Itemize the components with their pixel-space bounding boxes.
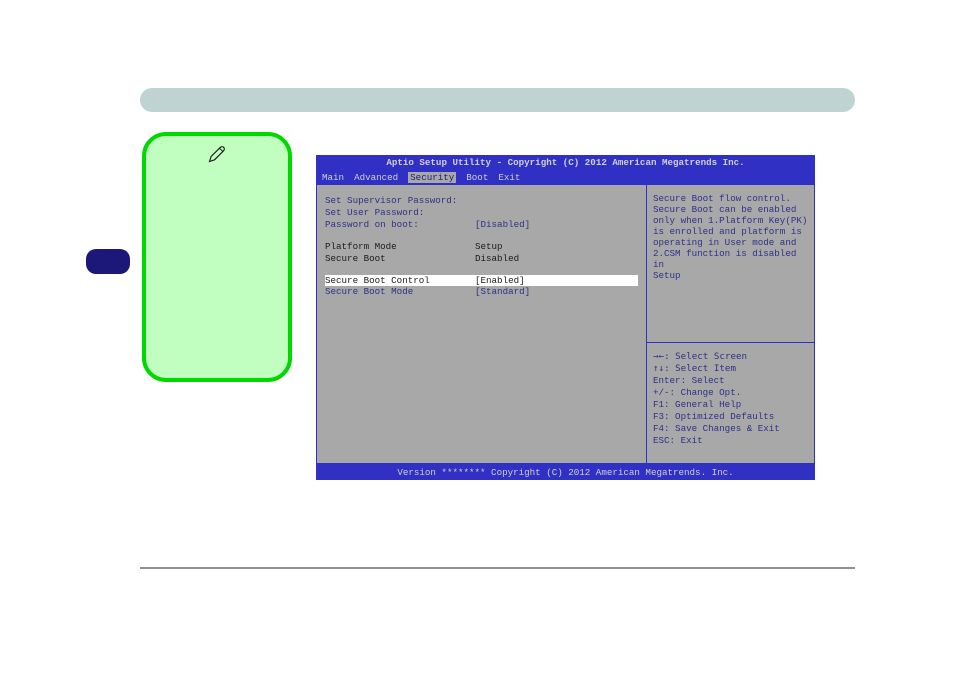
key-hint: →←: Select Screen xyxy=(653,351,808,362)
key-hint: ↑↓: Select Item xyxy=(653,363,808,374)
tab-boot[interactable]: Boot xyxy=(466,172,488,183)
note-box xyxy=(142,132,292,382)
setting-password-on-boot[interactable]: Password on boot: [Disabled] xyxy=(325,219,638,230)
bios-settings-panel: Set Supervisor Password: Set User Passwo… xyxy=(316,185,647,464)
tab-main[interactable]: Main xyxy=(322,172,344,183)
key-hint: +/-: Change Opt. xyxy=(653,387,808,398)
key-hint: F4: Save Changes & Exit xyxy=(653,423,808,434)
tab-security[interactable]: Security xyxy=(408,172,456,183)
setting-secure-boot-control[interactable]: Secure Boot Control [Enabled] xyxy=(325,275,638,286)
bios-key-help: →←: Select Screen ↑↓: Select Item Enter:… xyxy=(647,343,814,463)
bios-body: Set Supervisor Password: Set User Passwo… xyxy=(316,185,815,465)
setting-label: Secure Boot Control xyxy=(325,275,475,286)
bios-title: Aptio Setup Utility - Copyright (C) 2012… xyxy=(316,155,815,170)
help-line: Setup xyxy=(653,270,808,281)
bios-footer: Version ******** Copyright (C) 2012 Amer… xyxy=(316,465,815,480)
pencil-icon xyxy=(207,144,227,164)
setting-set-user[interactable]: Set User Password: xyxy=(325,207,638,218)
setting-secure-boot-mode[interactable]: Secure Boot Mode [Standard] xyxy=(325,286,638,297)
setting-set-supervisor[interactable]: Set Supervisor Password: xyxy=(325,195,638,206)
help-line: Secure Boot flow control. xyxy=(653,193,808,204)
setting-label: Secure Boot Mode xyxy=(325,286,475,297)
key-hint: ESC: Exit xyxy=(653,435,808,446)
tab-exit[interactable]: Exit xyxy=(498,172,520,183)
bios-help-text: Secure Boot flow control. Secure Boot ca… xyxy=(647,185,814,343)
info-secure-boot: Secure Boot Disabled xyxy=(325,253,638,264)
help-line: 2.CSM function is disabled in xyxy=(653,248,808,270)
bios-tabs: Main Advanced Security Boot Exit xyxy=(316,170,815,185)
setting-label: Set User Password: xyxy=(325,207,475,218)
info-value: Disabled xyxy=(475,253,519,264)
key-hint: F3: Optimized Defaults xyxy=(653,411,808,422)
help-line: Secure Boot can be enabled xyxy=(653,204,808,215)
separator-line xyxy=(140,567,855,569)
tab-advanced[interactable]: Advanced xyxy=(354,172,398,183)
help-line: is enrolled and platform is xyxy=(653,226,808,237)
side-badge xyxy=(86,249,130,274)
setting-value: [Standard] xyxy=(475,286,530,297)
help-line: operating in User mode and xyxy=(653,237,808,248)
key-hint: Enter: Select xyxy=(653,375,808,386)
setting-value: [Disabled] xyxy=(475,219,530,230)
info-platform-mode: Platform Mode Setup xyxy=(325,241,638,252)
setting-value: [Enabled] xyxy=(475,275,525,286)
info-value: Setup xyxy=(475,241,503,252)
help-line: only when 1.Platform Key(PK) xyxy=(653,215,808,226)
info-label: Platform Mode xyxy=(325,241,475,252)
info-label: Secure Boot xyxy=(325,253,475,264)
bios-right-panel: Secure Boot flow control. Secure Boot ca… xyxy=(647,185,815,464)
setting-label: Password on boot: xyxy=(325,219,475,230)
setting-label: Set Supervisor Password: xyxy=(325,195,475,206)
bios-window: Aptio Setup Utility - Copyright (C) 2012… xyxy=(316,155,815,478)
key-hint: F1: General Help xyxy=(653,399,808,410)
header-bar xyxy=(140,88,855,112)
